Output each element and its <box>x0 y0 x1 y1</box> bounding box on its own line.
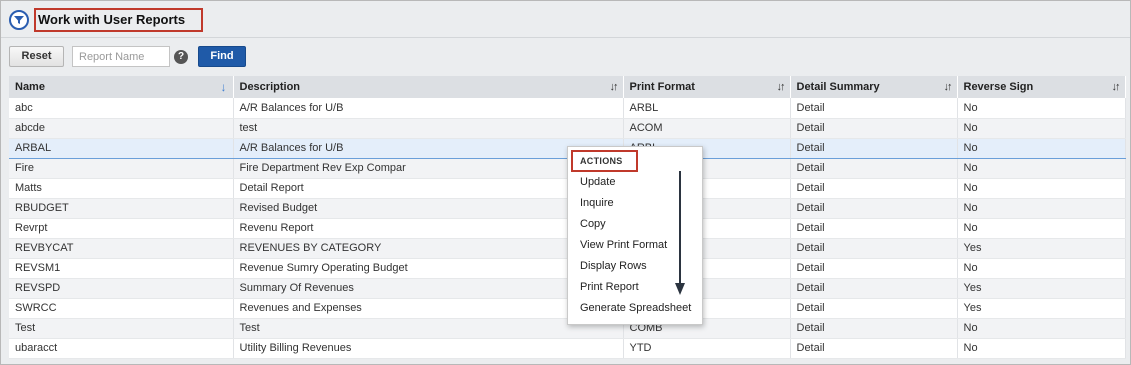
table-row[interactable]: ubaracct Utility Billing Revenues YTD Detai… <box>9 338 1126 359</box>
menu-item-display-rows[interactable]: Display Rows <box>580 260 647 272</box>
cell-name: Test <box>9 318 234 339</box>
cell-detail-summary: Detail <box>790 137 958 159</box>
reports-grid-area: Name ↓ Description ↓↑ Print Format ↓↑ Detai… <box>1 74 1130 364</box>
reset-button[interactable]: Reset <box>9 46 64 67</box>
cell-name: SWRCC <box>9 298 234 319</box>
cell-detail-summary: Detail <box>790 178 958 199</box>
scroll-down-arrow-icon <box>675 171 685 295</box>
cell-reverse-sign: No <box>957 218 1126 239</box>
column-label: Name <box>15 81 45 93</box>
cell-name: Matts <box>9 178 234 199</box>
cell-reverse-sign: No <box>957 338 1126 359</box>
cell-reverse-sign: No <box>957 318 1126 339</box>
cell-description: test <box>233 118 624 139</box>
cell-name: Revrpt <box>9 218 234 239</box>
cell-description: Revenues and Expenses <box>233 298 624 319</box>
cell-description: Utility Billing Revenues <box>233 338 624 359</box>
cell-name: Fire <box>9 158 234 179</box>
sort-toggle-icon[interactable]: ↓↑ <box>1112 81 1121 93</box>
cell-reverse-sign: No <box>957 198 1126 219</box>
cell-description: A/R Balances for U/B <box>233 137 624 159</box>
menu-item-copy[interactable]: Copy <box>580 218 606 230</box>
cell-detail-summary: Detail <box>790 98 958 119</box>
cell-reverse-sign: No <box>957 137 1126 159</box>
cell-print-format: ARBL <box>623 98 791 119</box>
cell-description: Revenu Report <box>233 218 624 239</box>
cell-reverse-sign: Yes <box>957 298 1126 319</box>
cell-detail-summary: Detail <box>790 338 958 359</box>
cell-description: Revised Budget <box>233 198 624 219</box>
help-icon[interactable]: ? <box>174 50 188 64</box>
column-header-name[interactable]: Name ↓ <box>9 76 234 98</box>
cell-name: ubaracct <box>9 338 234 359</box>
title-bar: Work with User Reports <box>1 1 1130 38</box>
actions-context-menu: ACTIONS Update Inquire Copy View Print F… <box>567 146 703 325</box>
filter-funnel-icon[interactable] <box>9 10 29 30</box>
table-header-row: Name ↓ Description ↓↑ Print Format ↓↑ Detai… <box>9 76 1126 98</box>
cell-detail-summary: Detail <box>790 298 958 319</box>
column-header-print-format[interactable]: Print Format ↓↑ <box>623 76 791 98</box>
cell-reverse-sign: No <box>957 158 1126 179</box>
report-name-search-input[interactable] <box>72 46 170 67</box>
search-toolbar: Reset ? Find <box>1 38 1130 74</box>
sort-descending-icon[interactable]: ↓ <box>221 80 227 94</box>
sort-toggle-icon[interactable]: ↓↑ <box>777 81 786 93</box>
cell-detail-summary: Detail <box>790 118 958 139</box>
cell-print-format: ACOM <box>623 118 791 139</box>
column-label: Print Format <box>629 81 695 93</box>
cell-reverse-sign: No <box>957 118 1126 139</box>
menu-item-print-report[interactable]: Print Report <box>580 281 639 293</box>
cell-description: Detail Report <box>233 178 624 199</box>
cell-reverse-sign: No <box>957 98 1126 119</box>
cell-description: Summary Of Revenues <box>233 278 624 299</box>
table-row[interactable]: abcde test ACOM Detail No <box>9 118 1126 139</box>
column-header-reverse-sign[interactable]: Reverse Sign ↓↑ <box>957 76 1126 98</box>
cell-description: Revenue Sumry Operating Budget <box>233 258 624 279</box>
cell-detail-summary: Detail <box>790 278 958 299</box>
cell-detail-summary: Detail <box>790 218 958 239</box>
menu-item-inquire[interactable]: Inquire <box>580 197 614 209</box>
cell-print-format: YTD <box>623 338 791 359</box>
cell-reverse-sign: No <box>957 258 1126 279</box>
cell-reverse-sign: Yes <box>957 238 1126 259</box>
column-label: Description <box>239 81 301 93</box>
cell-name: ARBAL <box>9 137 234 159</box>
cell-reverse-sign: No <box>957 178 1126 199</box>
cell-detail-summary: Detail <box>790 258 958 279</box>
column-header-detail-summary[interactable]: Detail Summary ↓↑ <box>790 76 958 98</box>
cell-name: abc <box>9 98 234 119</box>
column-label: Reverse Sign <box>963 81 1034 93</box>
menu-item-generate-spreadsheet[interactable]: Generate Spreadsheet <box>580 302 691 314</box>
cell-name: abcde <box>9 118 234 139</box>
page-title: Work with User Reports <box>38 12 186 27</box>
cell-detail-summary: Detail <box>790 198 958 219</box>
find-button[interactable]: Find <box>198 46 246 67</box>
cell-detail-summary: Detail <box>790 238 958 259</box>
sort-toggle-icon[interactable]: ↓↑ <box>610 81 619 93</box>
cell-name: REVSM1 <box>9 258 234 279</box>
cell-name: REVSPD <box>9 278 234 299</box>
cell-description: Fire Department Rev Exp Compar <box>233 158 624 179</box>
column-label: Detail Summary <box>796 81 880 93</box>
menu-item-view-print-format[interactable]: View Print Format <box>580 239 667 251</box>
sort-toggle-icon[interactable]: ↓↑ <box>944 81 953 93</box>
column-header-description[interactable]: Description ↓↑ <box>233 76 624 98</box>
cell-name: REVBYCAT <box>9 238 234 259</box>
cell-name: RBUDGET <box>9 198 234 219</box>
cell-description: REVENUES BY CATEGORY <box>233 238 624 259</box>
menu-item-update[interactable]: Update <box>580 176 615 188</box>
cell-detail-summary: Detail <box>790 158 958 179</box>
cell-description: A/R Balances for U/B <box>233 98 624 119</box>
cell-detail-summary: Detail <box>790 318 958 339</box>
cell-description: Test <box>233 318 624 339</box>
actions-menu-header: ACTIONS <box>580 156 623 166</box>
cell-reverse-sign: Yes <box>957 278 1126 299</box>
table-row[interactable]: abc A/R Balances for U/B ARBL Detail No <box>9 98 1126 119</box>
